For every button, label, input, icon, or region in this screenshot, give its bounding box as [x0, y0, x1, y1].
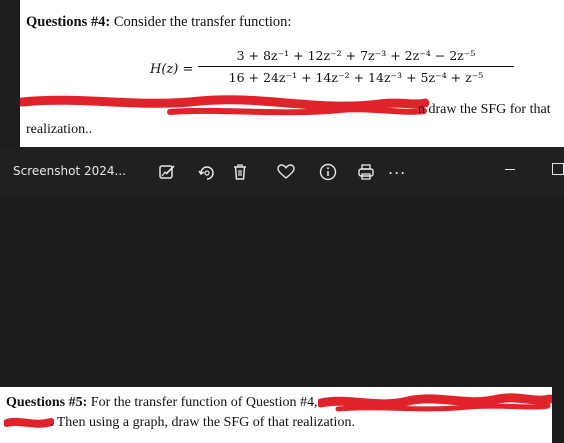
question-4-line3: n draw the SFG for that — [418, 102, 551, 117]
document-bottom-fragment: Questions #5: For the transfer function … — [0, 387, 552, 443]
question-4-line4: realization.. — [26, 122, 93, 137]
minimize-button[interactable] — [505, 169, 515, 170]
delete-icon[interactable] — [230, 162, 250, 182]
question-5-line2: . Then using a graph, draw the SFG of th… — [50, 415, 355, 430]
question-4-label: Questions #4: — [26, 14, 111, 30]
question-5-label: Questions #5: — [6, 395, 88, 410]
favorite-icon[interactable] — [276, 162, 296, 182]
document-top-fragment: Questions #4: Consider the transfer func… — [20, 0, 564, 147]
redaction-scribble-top — [20, 95, 430, 116]
file-title: Screenshot 2024... — [13, 164, 126, 178]
edit-image-icon[interactable] — [157, 162, 177, 182]
question-4-heading: Questions #4: Consider the transfer func… — [26, 14, 291, 31]
right-dark-strip — [552, 387, 564, 443]
image-viewer-canvas — [0, 197, 564, 387]
numerator: 3 + 8z⁻¹ + 12z⁻² + 7z⁻³ + 2z⁻⁴ − 2z⁻⁵ — [236, 48, 476, 63]
left-dark-strip — [0, 0, 20, 147]
more-options-button[interactable]: ... — [388, 159, 406, 178]
equation-lhs: H(z) = — [150, 62, 194, 77]
transfer-function-fraction: 3 + 8z⁻¹ + 12z⁻² + 7z⁻³ + 2z⁻⁴ − 2z⁻⁵ 16… — [196, 48, 516, 85]
redaction-scribble-bottom-left — [4, 417, 54, 428]
denominator: 16 + 24z⁻¹ + 14z⁻² + 14z⁻³ + 5z⁻⁴ + z⁻⁵ — [228, 70, 484, 85]
maximize-button[interactable] — [552, 163, 564, 175]
question-4-text: Consider the transfer function: — [113, 14, 292, 30]
rotate-icon[interactable] — [196, 162, 216, 182]
viewer-toolbar: Screenshot 2024... ... — [0, 147, 564, 197]
info-icon[interactable] — [318, 162, 338, 182]
print-icon[interactable] — [356, 162, 376, 182]
question-5-text: For the transfer function of Question #4… — [90, 395, 318, 410]
question-5-line1: Questions #5: For the transfer function … — [6, 395, 317, 411]
redaction-scribble-bottom — [318, 393, 552, 412]
